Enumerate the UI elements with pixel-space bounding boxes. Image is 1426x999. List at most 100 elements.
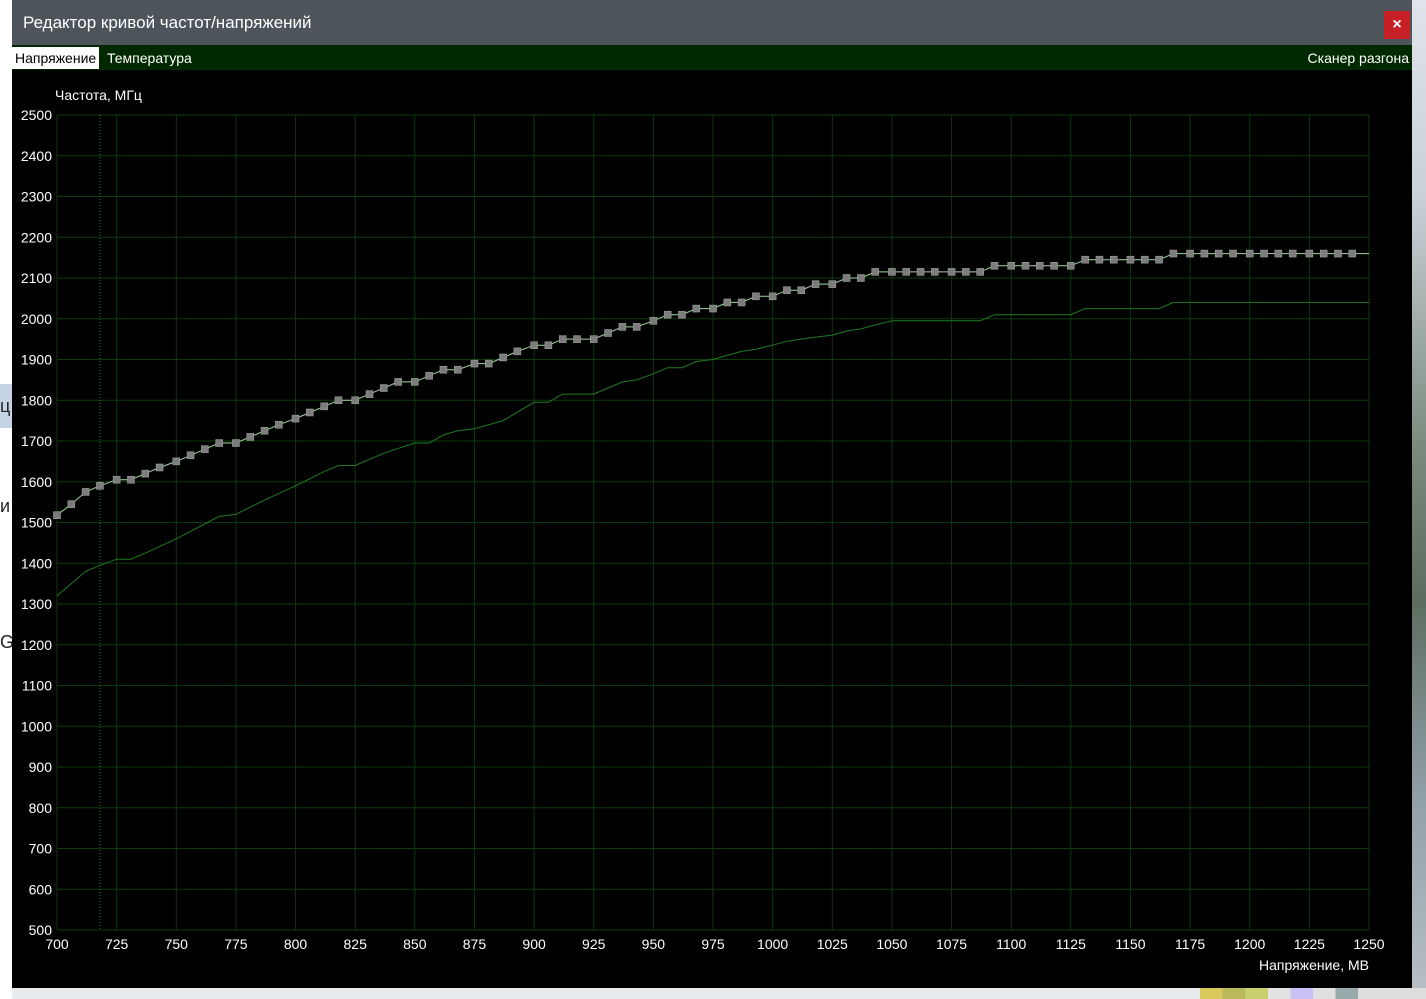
curve-point[interactable] bbox=[1305, 249, 1314, 258]
curve-point[interactable] bbox=[618, 323, 627, 331]
curve-point[interactable] bbox=[752, 292, 760, 301]
curve-point[interactable] bbox=[962, 268, 970, 276]
curve-point[interactable] bbox=[1067, 262, 1075, 270]
curve-point[interactable] bbox=[737, 298, 746, 307]
curve-point[interactable] bbox=[678, 310, 686, 319]
curve-point[interactable] bbox=[573, 335, 581, 343]
curve-point[interactable] bbox=[1334, 249, 1342, 258]
y-tick-label: 1700 bbox=[21, 433, 52, 449]
curve-point[interactable] bbox=[871, 268, 879, 276]
curve-point[interactable] bbox=[499, 353, 507, 362]
curve-point[interactable] bbox=[902, 268, 910, 276]
curve-point[interactable] bbox=[888, 268, 896, 276]
curve-point[interactable] bbox=[1186, 249, 1194, 258]
x-tick-label: 925 bbox=[582, 936, 606, 952]
curve-point[interactable] bbox=[411, 378, 419, 386]
curve-point[interactable] bbox=[186, 451, 195, 460]
curve-point[interactable] bbox=[513, 347, 522, 356]
curve-point[interactable] bbox=[1155, 255, 1163, 264]
curve-point[interactable] bbox=[1050, 262, 1058, 270]
curve-point[interactable] bbox=[439, 365, 448, 374]
curve-point[interactable] bbox=[723, 298, 732, 307]
y-tick-label: 1000 bbox=[21, 718, 52, 734]
curve-point[interactable] bbox=[604, 329, 612, 337]
curve-point[interactable] bbox=[931, 268, 939, 276]
curve-point[interactable] bbox=[1319, 249, 1328, 258]
curve-point[interactable] bbox=[632, 323, 641, 331]
curve-point[interactable] bbox=[201, 445, 209, 453]
curve-point[interactable] bbox=[155, 463, 164, 472]
curve-point[interactable] bbox=[947, 268, 956, 276]
curve-point[interactable] bbox=[172, 457, 181, 466]
curve-point[interactable] bbox=[320, 402, 328, 411]
curve-point[interactable] bbox=[215, 439, 223, 447]
curve-point[interactable] bbox=[260, 427, 269, 435]
curve-point[interactable] bbox=[1110, 255, 1118, 264]
curve-point[interactable] bbox=[797, 286, 806, 294]
curve-point[interactable] bbox=[1229, 249, 1237, 258]
curve-point[interactable] bbox=[306, 408, 314, 417]
tab-voltage[interactable]: Напряжение bbox=[12, 47, 100, 69]
curve-point[interactable] bbox=[291, 414, 300, 423]
curve-point[interactable] bbox=[246, 433, 254, 441]
frequency-voltage-chart[interactable]: 700 725 750 775 800 825 850 875 900 925 950 975 1000… bbox=[12, 70, 1412, 988]
curve-point[interactable] bbox=[394, 378, 402, 386]
y-tick-label: 2200 bbox=[21, 229, 52, 245]
curve-point[interactable] bbox=[709, 304, 717, 313]
curve-point[interactable] bbox=[768, 292, 777, 301]
curve-point[interactable] bbox=[811, 280, 820, 288]
curve-point[interactable] bbox=[141, 469, 150, 478]
curve-point[interactable] bbox=[857, 274, 865, 282]
close-button[interactable]: × bbox=[1384, 11, 1410, 39]
curve-point[interactable] bbox=[1021, 262, 1030, 270]
curve-point[interactable] bbox=[1274, 249, 1283, 258]
curve-point[interactable] bbox=[828, 280, 837, 288]
curve-point[interactable] bbox=[692, 304, 701, 313]
curve-point[interactable] bbox=[67, 500, 76, 508]
curve-point[interactable] bbox=[127, 475, 135, 484]
curve-point[interactable] bbox=[1245, 249, 1254, 258]
curve-point[interactable] bbox=[1200, 249, 1209, 258]
curve-point[interactable] bbox=[470, 359, 479, 368]
curve-point[interactable] bbox=[663, 310, 672, 319]
curve-point[interactable] bbox=[842, 274, 851, 282]
curve-point[interactable] bbox=[783, 286, 791, 294]
curve-point[interactable] bbox=[232, 439, 240, 447]
curve-point[interactable] bbox=[351, 396, 359, 404]
curve-point[interactable] bbox=[1126, 255, 1135, 264]
tab-temperature[interactable]: Температура bbox=[104, 47, 195, 69]
curve-point[interactable] bbox=[275, 420, 283, 429]
curve-point[interactable] bbox=[1141, 255, 1149, 264]
curve-point[interactable] bbox=[976, 268, 984, 276]
curve-point[interactable] bbox=[1007, 262, 1015, 270]
curve-point[interactable] bbox=[425, 372, 433, 380]
curve-point[interactable] bbox=[485, 359, 493, 368]
curve-point[interactable] bbox=[334, 396, 343, 404]
title-bar[interactable]: Редактор кривой частот/напряжений × bbox=[12, 0, 1412, 45]
curve-point[interactable] bbox=[1260, 249, 1268, 258]
curve-point[interactable] bbox=[96, 482, 104, 490]
curve-point[interactable] bbox=[1081, 255, 1089, 264]
curve-point[interactable] bbox=[1169, 249, 1178, 258]
curve-point[interactable] bbox=[649, 317, 658, 325]
curve-point[interactable] bbox=[1288, 249, 1297, 258]
curve-point[interactable] bbox=[112, 475, 121, 484]
curve-point[interactable] bbox=[380, 384, 388, 392]
curve-point[interactable] bbox=[53, 511, 61, 519]
background-char: ц bbox=[0, 396, 11, 416]
curve-point[interactable] bbox=[1036, 262, 1044, 270]
tab-oc-scanner[interactable]: Сканер разгона bbox=[1305, 47, 1412, 69]
x-tick-label: 800 bbox=[284, 936, 308, 952]
curve-point[interactable] bbox=[916, 268, 925, 276]
curve-point[interactable] bbox=[530, 341, 538, 349]
curve-point[interactable] bbox=[1214, 249, 1223, 258]
curve-point[interactable] bbox=[81, 488, 90, 496]
curve-point[interactable] bbox=[558, 335, 567, 343]
curve-point[interactable] bbox=[1348, 249, 1357, 258]
curve-point[interactable] bbox=[544, 341, 553, 349]
curve-point[interactable] bbox=[1095, 255, 1104, 264]
curve-point[interactable] bbox=[589, 335, 598, 343]
curve-point[interactable] bbox=[454, 365, 462, 374]
curve-point[interactable] bbox=[990, 262, 999, 270]
curve-point[interactable] bbox=[365, 390, 374, 398]
